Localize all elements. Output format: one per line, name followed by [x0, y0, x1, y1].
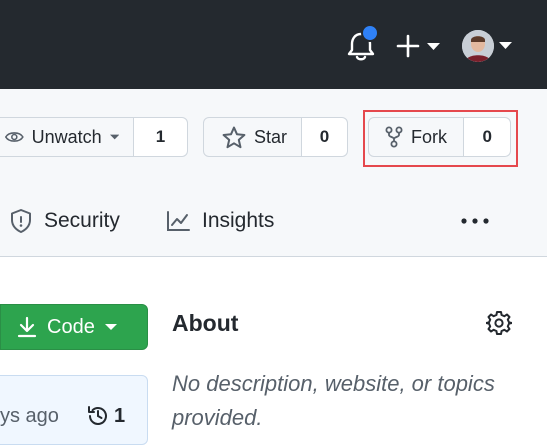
tab-insights-label: Insights	[202, 209, 275, 232]
about-description: No description, website, or topics provi…	[172, 371, 495, 430]
commit-history-count: 1	[114, 404, 126, 427]
plus-icon	[396, 34, 420, 58]
chevron-down-icon	[427, 43, 440, 50]
tab-security-label: Security	[44, 209, 120, 232]
watchers-count[interactable]: 1	[133, 118, 187, 156]
chevron-down-icon	[104, 324, 117, 330]
fork-highlight-box	[363, 110, 518, 167]
unwatch-button[interactable]: Unwatch	[0, 118, 133, 156]
graph-icon	[167, 211, 190, 231]
unwatch-label: Unwatch	[31, 126, 102, 147]
about-heading: About	[172, 310, 239, 336]
eye-icon	[5, 132, 24, 142]
avatar	[462, 30, 494, 62]
star-button[interactable]: Star	[204, 118, 301, 156]
stargazers-count[interactable]: 0	[301, 118, 347, 156]
watch-button-group: Unwatch 1	[0, 117, 188, 157]
commit-time: ys ago	[0, 405, 59, 427]
code-button-label: Code	[47, 315, 95, 338]
download-icon	[17, 316, 37, 338]
chevron-down-icon	[499, 42, 512, 49]
gear-icon[interactable]	[486, 310, 512, 336]
user-menu[interactable]	[462, 30, 514, 62]
tab-insights[interactable]: Insights	[166, 205, 274, 237]
chevron-down-icon	[109, 134, 119, 140]
star-icon	[222, 126, 246, 148]
tab-security[interactable]: Security	[10, 205, 120, 237]
shield-icon	[11, 209, 31, 233]
star-label: Star	[253, 126, 287, 147]
create-new-menu[interactable]	[396, 32, 442, 60]
history-icon	[88, 406, 107, 425]
star-button-group: Star 0	[203, 117, 348, 157]
commit-history-link[interactable]: 1	[86, 404, 125, 428]
kebab-horizontal-icon[interactable]	[460, 218, 490, 224]
notification-indicator	[361, 24, 379, 42]
top-header-bar	[0, 0, 547, 89]
code-button[interactable]: Code	[0, 304, 148, 350]
